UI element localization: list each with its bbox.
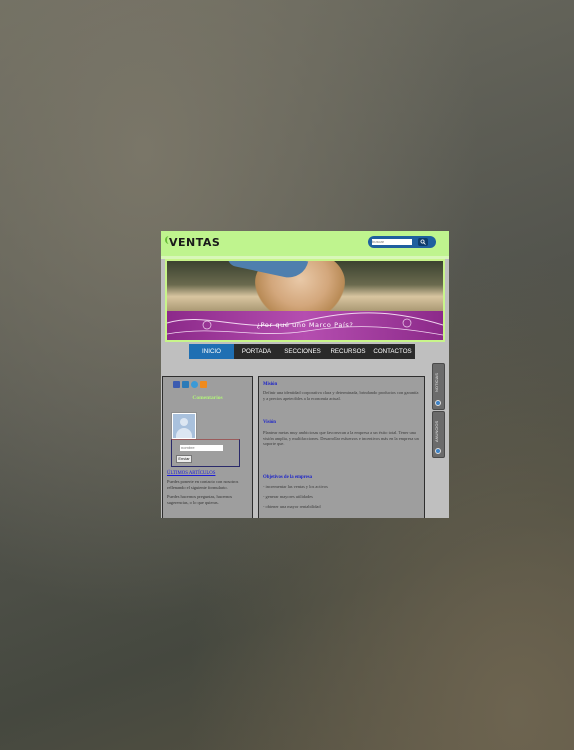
search-box — [368, 236, 436, 248]
avatar-head — [180, 418, 188, 426]
objetivos-heading: Objetivos de la empresa — [263, 475, 313, 480]
name-input[interactable] — [180, 445, 223, 451]
nav-item-secciones[interactable]: SECCIONES — [279, 344, 326, 359]
avatar — [171, 412, 197, 440]
objetivo-item: - obtener una mayor rentabilidad — [263, 504, 321, 509]
objetivo-item: - generar mayores utilidades — [263, 494, 313, 499]
website-page: VENTAS ¿Por qué uno Marco País? INICIO P… — [161, 231, 449, 518]
arrow-icon — [435, 448, 441, 454]
tab-noticias-label: NOTICIAS — [434, 373, 439, 393]
nav-item-portada[interactable]: PORTADA — [234, 344, 279, 359]
sidebar-title: Comentarios — [192, 395, 223, 401]
arrow-icon — [435, 400, 441, 406]
linkedin-icon[interactable] — [182, 381, 189, 388]
submit-button[interactable]: Enviar — [176, 455, 192, 463]
avatar-body — [176, 428, 192, 438]
comment-form: Enviar — [171, 439, 240, 467]
nav-item-contactos[interactable]: CONTACTOS — [370, 344, 415, 359]
facebook-icon[interactable] — [173, 381, 180, 388]
articles-link[interactable]: ÚLTIMOS ARTÍCULOS — [167, 471, 215, 476]
vision-text: Plantear metas muy ambiciosas que favore… — [263, 430, 419, 447]
tab-anuncios[interactable]: ANUNCIOS — [432, 411, 445, 458]
hero-banner: ¿Por qué uno Marco País? — [165, 259, 445, 342]
site-header: VENTAS — [161, 231, 449, 256]
sidebar-text-1: Puedes ponerte en contacto con nosotros … — [167, 479, 239, 490]
main-content: Misión Definir una identidad corporativa… — [258, 376, 425, 518]
banner-caption: ¿Por qué uno Marco País? — [256, 321, 354, 329]
nav-item-inicio[interactable]: INICIO — [189, 344, 234, 359]
twitter-icon[interactable] — [191, 381, 198, 388]
sidebar: Comentarios Enviar ÚLTIMOS ARTÍCULOS Pue… — [162, 376, 253, 518]
mision-heading: Misión — [263, 382, 278, 387]
tab-anuncios-label: ANUNCIOS — [434, 420, 439, 442]
site-logo[interactable]: VENTAS — [169, 236, 220, 249]
tab-noticias[interactable]: NOTICIAS — [432, 363, 445, 410]
vision-heading: Visión — [263, 420, 276, 425]
objetivo-item: - incrementar las ventas y los activos — [263, 484, 328, 489]
main-nav: INICIO PORTADA SECCIONES RECURSOS CONTAC… — [189, 344, 415, 359]
rss-icon[interactable] — [200, 381, 207, 388]
avatar-placeholder-icon — [173, 414, 195, 438]
search-input[interactable] — [372, 239, 412, 245]
search-icon — [420, 239, 426, 245]
nav-item-recursos[interactable]: RECURSOS — [326, 344, 370, 359]
sidebar-text-2: Puedes hacernos preguntas, hacernos suge… — [167, 494, 233, 505]
search-button[interactable] — [418, 238, 428, 246]
mision-text: Definir una identidad corporativa clara … — [263, 390, 419, 401]
